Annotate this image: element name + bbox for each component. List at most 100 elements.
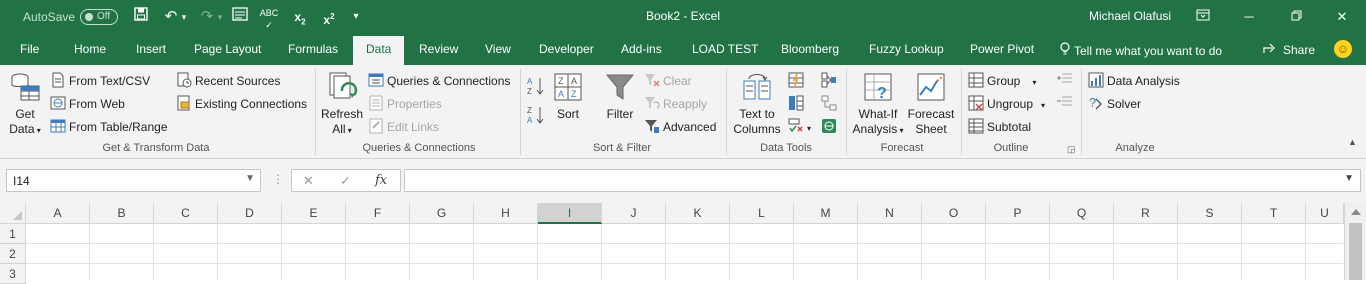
column-header[interactable]: G <box>410 203 474 224</box>
properties-button[interactable]: Properties <box>368 95 442 111</box>
tab-formulas[interactable]: Formulas <box>288 42 338 56</box>
scroll-thumb[interactable] <box>1349 223 1362 280</box>
column-header[interactable]: H <box>474 203 538 224</box>
select-all-corner[interactable] <box>0 203 26 224</box>
ribbon-display-options-icon[interactable] <box>1188 6 1218 28</box>
flash-fill-button[interactable] <box>788 72 807 88</box>
from-web-button[interactable]: From Web <box>50 95 125 111</box>
tab-bloomberg[interactable]: Bloomberg <box>781 42 839 56</box>
row-header[interactable]: 1 <box>0 224 26 244</box>
name-box[interactable]: I14 ▼ <box>6 169 261 192</box>
show-detail-button[interactable] <box>1057 71 1073 88</box>
sort-a-to-z-button[interactable]: AZ <box>527 76 545 99</box>
tell-me-search[interactable]: Tell me what you want to do <box>1060 42 1222 58</box>
svg-text:A: A <box>558 89 564 99</box>
ungroup-button[interactable]: Ungroup ▾ <box>968 95 1045 111</box>
column-header[interactable]: Q <box>1050 203 1114 224</box>
show-detail-icon <box>1057 73 1072 83</box>
column-header[interactable]: S <box>1178 203 1242 224</box>
from-text-csv-button[interactable]: From Text/CSV <box>50 72 150 88</box>
column-header[interactable]: R <box>1114 203 1178 224</box>
close-icon[interactable]: ✕ <box>1327 6 1357 28</box>
row-header[interactable]: 3 <box>0 264 26 284</box>
get-data-button[interactable]: Get Data ▾ <box>6 71 44 138</box>
clear-filter-button[interactable]: Clear <box>644 72 692 88</box>
tab-developer[interactable]: Developer <box>539 42 594 56</box>
column-header[interactable]: P <box>986 203 1050 224</box>
scroll-up-icon[interactable] <box>1351 209 1361 215</box>
tab-insert[interactable]: Insert <box>136 42 166 56</box>
share-button[interactable]: Share <box>1263 42 1315 57</box>
row-header[interactable]: 2 <box>0 244 26 264</box>
manage-data-model-button[interactable] <box>821 118 840 134</box>
collapse-ribbon-icon[interactable]: ▲ <box>1348 137 1357 147</box>
column-header[interactable]: A <box>26 203 90 224</box>
minimize-icon[interactable]: ─ <box>1234 6 1264 28</box>
column-header[interactable]: B <box>90 203 154 224</box>
forecast-sheet-icon <box>917 73 945 101</box>
text-to-columns-button[interactable]: Text to Columns <box>731 71 783 137</box>
title-bar: AutoSave Off ↶ ▾ ↷ ▾ ABC ✓ x2 x2 ▾ Book2 … <box>0 0 1366 34</box>
consolidate-icon <box>821 72 836 88</box>
column-header[interactable]: I <box>538 203 602 224</box>
forecast-sheet-button[interactable]: Forecast Sheet <box>906 71 956 137</box>
column-header[interactable]: U <box>1306 203 1344 224</box>
column-header[interactable]: J <box>602 203 666 224</box>
formula-bar-grip-icon[interactable]: ⋮ <box>272 172 284 186</box>
tab-add-ins[interactable]: Add-ins <box>621 42 662 56</box>
solver-button[interactable]: ? Solver <box>1088 95 1141 111</box>
sort-button[interactable]: ZA AZ Sort <box>550 71 586 122</box>
tab-view[interactable]: View <box>485 42 511 56</box>
subtotal-button[interactable]: Subtotal <box>968 118 1031 134</box>
column-header[interactable]: D <box>218 203 282 224</box>
group-button[interactable]: Group ▾ <box>968 72 1036 88</box>
column-header[interactable]: M <box>794 203 858 224</box>
tab-file[interactable]: File <box>20 42 39 56</box>
column-header[interactable]: E <box>282 203 346 224</box>
name-box-dropdown-icon[interactable]: ▼ <box>245 173 255 184</box>
column-header[interactable]: N <box>858 203 922 224</box>
formula-input[interactable]: ▼ <box>404 169 1361 192</box>
refresh-all-button[interactable]: Refresh All ▾ <box>321 71 363 138</box>
existing-connections-button[interactable]: Existing Connections <box>176 95 307 111</box>
what-if-analysis-button[interactable]: ? What-If Analysis ▾ <box>851 71 905 138</box>
outline-dialog-launcher-icon[interactable]: ◲ <box>1067 144 1076 155</box>
tab-data[interactable]: Data <box>353 36 405 65</box>
consolidate-button[interactable] <box>821 72 840 88</box>
column-header[interactable]: O <box>922 203 986 224</box>
from-table-range-button[interactable]: From Table/Range <box>50 118 168 134</box>
advanced-filter-button[interactable]: Advanced <box>644 118 716 134</box>
remove-duplicates-button[interactable] <box>788 95 807 111</box>
expand-formula-bar-icon[interactable]: ▼ <box>1344 173 1354 184</box>
tab-power-pivot[interactable]: Power Pivot <box>970 42 1034 56</box>
feedback-smiley-icon[interactable]: ☺ <box>1334 40 1352 58</box>
edit-links-button[interactable]: Edit Links <box>368 118 439 134</box>
cell-area[interactable] <box>26 224 1343 280</box>
vertical-scrollbar[interactable] <box>1344 203 1366 280</box>
relationships-button[interactable] <box>821 95 840 111</box>
group-separator <box>1081 69 1082 155</box>
data-analysis-button[interactable]: Data Analysis <box>1088 72 1180 88</box>
tab-load-test[interactable]: LOAD TEST <box>692 42 758 56</box>
tab-fuzzy-lookup[interactable]: Fuzzy Lookup <box>869 42 944 56</box>
tab-review[interactable]: Review <box>419 42 458 56</box>
column-header[interactable]: L <box>730 203 794 224</box>
hide-detail-button[interactable] <box>1057 94 1073 111</box>
column-header[interactable]: C <box>154 203 218 224</box>
insert-function-icon[interactable]: fx <box>375 173 387 188</box>
tab-home[interactable]: Home <box>74 42 106 56</box>
cancel-entry-icon[interactable]: ✕ <box>303 173 314 189</box>
user-name[interactable]: Michael Olafusi <box>1089 9 1171 23</box>
reapply-button[interactable]: Reapply <box>644 95 707 111</box>
sort-z-to-a-button[interactable]: ZA <box>527 105 545 128</box>
filter-button[interactable]: Filter <box>602 71 638 122</box>
tab-page-layout[interactable]: Page Layout <box>194 42 261 56</box>
column-header[interactable]: K <box>666 203 730 224</box>
queries-connections-button[interactable]: Queries & Connections <box>368 72 510 88</box>
recent-sources-button[interactable]: Recent Sources <box>176 72 280 88</box>
confirm-entry-icon[interactable]: ✓ <box>340 173 351 189</box>
column-header[interactable]: T <box>1242 203 1306 224</box>
restore-icon[interactable] <box>1281 6 1311 28</box>
column-header[interactable]: F <box>346 203 410 224</box>
data-validation-button[interactable]: ▾ <box>788 118 811 134</box>
